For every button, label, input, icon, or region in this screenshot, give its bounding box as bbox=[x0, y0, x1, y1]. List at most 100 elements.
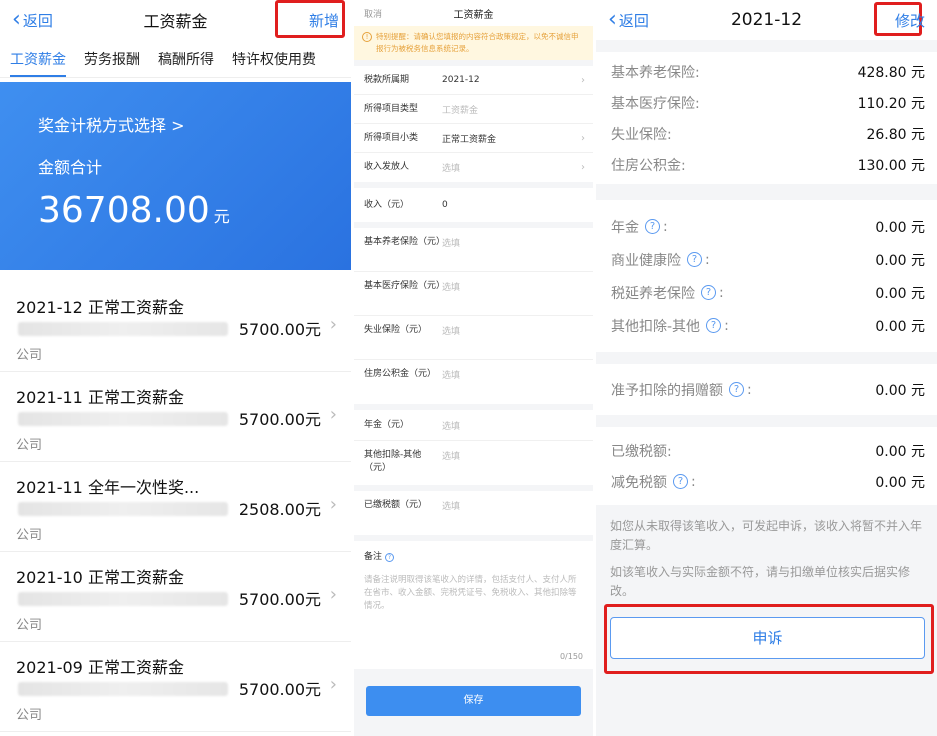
chevron-right-icon: › bbox=[581, 162, 585, 173]
record-list: 2021-12 正常工资薪金 5700.00元 › 公司 2021-11 正常工… bbox=[0, 282, 351, 732]
field-paid-tax[interactable]: 已缴税额（元） 选填 bbox=[354, 491, 593, 535]
help-icon[interactable]: ? bbox=[701, 285, 716, 300]
field-value: 选填 bbox=[442, 164, 461, 174]
add-button[interactable]: 新增 bbox=[309, 10, 339, 31]
record-company: 公司 bbox=[16, 438, 43, 453]
blurred-payer bbox=[18, 322, 228, 336]
char-counter: 0/150 bbox=[559, 652, 583, 661]
field-pension-insurance[interactable]: 基本养老保险（元） 选填 bbox=[354, 228, 593, 272]
detail-label-text: 其他扣除-其他 bbox=[611, 318, 701, 335]
help-icon[interactable]: ? bbox=[729, 382, 744, 397]
detail-value: 0.00 元 bbox=[875, 285, 925, 302]
field-housing-fund[interactable]: 住房公积金（元） 选填 bbox=[354, 360, 593, 404]
other-deduction-group: 年金（元） 选填 其他扣除-其他（元） 选填 bbox=[354, 410, 593, 485]
appeal-hint: 如您从未取得该笔收入，可发起申诉，该收入将暂不并入年度汇算。 bbox=[610, 519, 923, 552]
blurred-payer bbox=[18, 592, 228, 606]
detail-row: 住房公积金: 130.00 元 bbox=[596, 149, 937, 180]
chevron-right-icon: › bbox=[581, 74, 585, 86]
help-icon[interactable]: ? bbox=[385, 553, 395, 562]
detail-row: 减免税额?: 0.00 元 bbox=[596, 466, 937, 497]
field-unemployment-insurance[interactable]: 失业保险（元） 选填 bbox=[354, 316, 593, 360]
record-company: 公司 bbox=[16, 618, 43, 633]
notes-textarea[interactable]: 备注? 请备注说明取得该笔收入的详情，包括支付人、支付人所在省市、收入金额、完税… bbox=[354, 541, 593, 669]
field-value: 正常工资薪金 bbox=[442, 134, 497, 145]
tab-royalties[interactable]: 特许权使用费 bbox=[222, 49, 324, 77]
bonus-tax-method-link[interactable]: 奖金计税方式选择 > bbox=[38, 112, 313, 136]
detail-label: 失业保险: bbox=[611, 126, 672, 143]
detail-row: 其他扣除-其他?: 0.00 元 bbox=[596, 309, 937, 342]
detail-value: 110.20 元 bbox=[857, 95, 925, 112]
tab-labor-remuneration[interactable]: 劳务报酬 bbox=[74, 49, 148, 77]
field-value: 选填 bbox=[442, 371, 461, 381]
chevron-right-icon: › bbox=[329, 494, 337, 515]
deduction-section: 年金?:0.00 元 商业健康险?:0.00 元 税延养老保险?:0.00 元 … bbox=[596, 200, 937, 352]
detail-label-text: 准予扣除的捐赠额 bbox=[611, 382, 723, 399]
record-title: 2021-11 全年一次性奖... bbox=[16, 478, 200, 497]
list-item[interactable]: 2021-11 正常工资薪金 5700.00元 › 公司 bbox=[0, 372, 351, 462]
field-label: 基本养老保险（元） bbox=[364, 237, 446, 247]
detail-row: 税延养老保险?: 0.00 元 bbox=[596, 276, 937, 309]
help-icon[interactable]: ? bbox=[645, 219, 660, 234]
detail-value: 0.00 元 bbox=[875, 318, 925, 335]
field-tax-period[interactable]: 税款所属期 2021-12 › bbox=[354, 66, 593, 95]
highlight-box bbox=[604, 604, 934, 674]
donation-section: 准予扣除的捐赠额?: 0.00 元 bbox=[596, 364, 937, 415]
detail-label: 其他扣除-其他?: bbox=[611, 317, 729, 335]
detail-label-text: 商业健康险 bbox=[611, 252, 681, 269]
field-payer[interactable]: 收入发放人 选填 › bbox=[354, 153, 593, 182]
field-other-deduction[interactable]: 其他扣除-其他（元） 选填 bbox=[354, 441, 593, 485]
list-item[interactable]: 2021-09 正常工资薪金 5700.00元 › 公司 bbox=[0, 642, 351, 732]
detail-label: 住房公积金: bbox=[611, 157, 686, 174]
salary-add-form-screen: 取消 工资薪金 ! 特别提醒：请确认您填报的内容符合政策规定，以免不诚信申报行为… bbox=[354, 0, 593, 736]
field-value: 2021-12 bbox=[442, 75, 480, 85]
field-label: 税款所属期 bbox=[364, 74, 410, 85]
help-icon[interactable]: ? bbox=[673, 474, 688, 489]
salary-list-screen: ‹ 返回 工资薪金 新增 工资薪金 劳务报酬 稿酬所得 特许权使用费 奖金计税方… bbox=[0, 0, 351, 736]
field-label: 所得项目类型 bbox=[364, 103, 419, 114]
warning-icon: ! bbox=[362, 32, 372, 42]
field-label: 失业保险（元） bbox=[364, 325, 428, 335]
insurance-section: 基本养老保险: 428.80 元 基本医疗保险: 110.20 元 失业保险: 26.… bbox=[596, 52, 937, 184]
field-label: 已缴税额（元） bbox=[364, 500, 428, 510]
field-label: 住房公积金（元） bbox=[364, 369, 437, 379]
detail-row: 商业健康险?: 0.00 元 bbox=[596, 243, 937, 276]
total-amount-value: 36708.00 bbox=[38, 190, 210, 231]
field-label: 基本医疗保险（元） bbox=[364, 281, 446, 291]
detail-label: 税延养老保险?: bbox=[611, 284, 724, 302]
back-button[interactable]: ‹ 返回 bbox=[12, 9, 53, 31]
record-amount: 5700.00元 bbox=[238, 680, 321, 699]
record-company: 公司 bbox=[16, 708, 43, 723]
field-income-subtype[interactable]: 所得项目小类 正常工资薪金 › bbox=[354, 124, 593, 153]
back-button[interactable]: ‹ 返回 bbox=[608, 9, 649, 31]
detail-row: 已缴税额: 0.00 元 bbox=[596, 435, 937, 466]
list-item[interactable]: 2021-10 正常工资薪金 5700.00元 › 公司 bbox=[0, 552, 351, 642]
blurred-payer bbox=[18, 502, 228, 516]
tab-author-remuneration[interactable]: 稿酬所得 bbox=[148, 49, 222, 77]
list-item[interactable]: 2021-11 全年一次性奖... 2508.00元 › 公司 bbox=[0, 462, 351, 552]
detail-label: 基本养老保险: bbox=[611, 64, 700, 81]
notes-label-text: 备注 bbox=[364, 552, 383, 562]
tab-salary[interactable]: 工资薪金 bbox=[0, 49, 74, 77]
cancel-button[interactable]: 取消 bbox=[364, 7, 382, 20]
chevron-right-icon: › bbox=[329, 314, 337, 335]
record-amount: 5700.00元 bbox=[238, 320, 321, 339]
income-type-tabs: 工资薪金 劳务报酬 稿酬所得 特许权使用费 bbox=[0, 40, 351, 78]
detail-row: 准予扣除的捐赠额?: 0.00 元 bbox=[596, 374, 937, 405]
list-item[interactable]: 2021-12 正常工资薪金 5700.00元 › 公司 bbox=[0, 282, 351, 372]
field-income[interactable]: 收入（元） 0 bbox=[354, 188, 593, 222]
field-value: 选填 bbox=[442, 452, 461, 462]
record-detail-screen: ‹ 返回 2021-12 修改 基本养老保险: 428.80 元 基本医疗保险: 1… bbox=[596, 0, 937, 736]
field-medical-insurance[interactable]: 基本医疗保险（元） 选填 bbox=[354, 272, 593, 316]
help-icon[interactable]: ? bbox=[706, 318, 722, 333]
edit-button[interactable]: 修改 bbox=[895, 10, 925, 31]
field-label: 收入（元） bbox=[364, 199, 410, 210]
chevron-left-icon: ‹ bbox=[608, 7, 617, 32]
detail-label: 准予扣除的捐赠额?: bbox=[611, 381, 752, 399]
tax-section: 已缴税额: 0.00 元 减免税额?: 0.00 元 bbox=[596, 427, 937, 505]
field-annuity[interactable]: 年金（元） 选填 bbox=[354, 410, 593, 441]
save-button[interactable]: 保存 bbox=[366, 686, 581, 716]
record-title: 2021-11 正常工资薪金 bbox=[16, 388, 184, 407]
record-amount: 2508.00元 bbox=[238, 500, 321, 519]
help-icon[interactable]: ? bbox=[687, 252, 702, 267]
record-amount: 5700.00元 bbox=[238, 590, 321, 609]
